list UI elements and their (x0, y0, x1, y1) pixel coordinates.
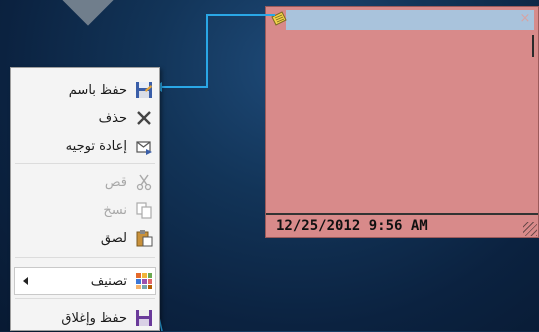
save-as-icon (133, 79, 155, 101)
cut-icon (133, 171, 155, 193)
menu-item-label: حفظ باسم (68, 82, 127, 98)
text-cursor (532, 35, 534, 57)
context-menu: حفظ باسم حذف إعادة توجيه قص نسخ لصق تصني… (10, 67, 160, 331)
menu-item-label: قص (104, 174, 127, 190)
menu-item-label: حفظ وإغلاق (61, 310, 127, 326)
menu-separator (15, 163, 155, 164)
menu-item-label: لصق (100, 230, 127, 246)
note-titlebar[interactable] (286, 10, 534, 30)
connector-line-h-top (207, 14, 275, 16)
menu-item-paste[interactable]: لصق (11, 224, 159, 252)
menu-item-label: نسخ (103, 202, 127, 218)
menu-item-label: إعادة توجيه (65, 138, 127, 154)
categorize-icon (133, 270, 155, 292)
connector-line-h-bottom (162, 86, 208, 88)
copy-icon (133, 199, 155, 221)
menu-item-cut[interactable]: قص (11, 168, 159, 196)
note-window[interactable]: × 12/25/2012 9:56 AM (265, 6, 539, 238)
menu-item-save-as[interactable]: حفظ باسم (11, 76, 159, 104)
background-diamond-shape (48, 0, 128, 26)
menu-item-label: تصنيف (90, 273, 127, 289)
connector-line-v (206, 14, 208, 88)
forward-icon (133, 135, 155, 157)
note-date: 12/25/2012 9:56 AM (276, 218, 428, 234)
menu-item-label: حذف (98, 110, 127, 126)
menu-item-save-close[interactable]: حفظ وإغلاق (11, 304, 159, 332)
menu-item-copy[interactable]: نسخ (11, 196, 159, 224)
note-footer: 12/25/2012 9:56 AM (266, 213, 538, 237)
chevron-left-icon (23, 277, 28, 285)
menu-item-delete[interactable]: حذف (11, 104, 159, 132)
menu-separator (15, 298, 155, 299)
resize-grip-icon[interactable] (523, 222, 537, 236)
close-icon[interactable]: × (518, 12, 532, 26)
menu-item-categorize[interactable]: تصنيف (11, 267, 159, 295)
menu-separator (15, 257, 155, 258)
menu-item-forward[interactable]: إعادة توجيه (11, 132, 159, 160)
delete-icon (133, 107, 155, 129)
paste-icon (133, 227, 155, 249)
save-close-icon (133, 307, 155, 329)
